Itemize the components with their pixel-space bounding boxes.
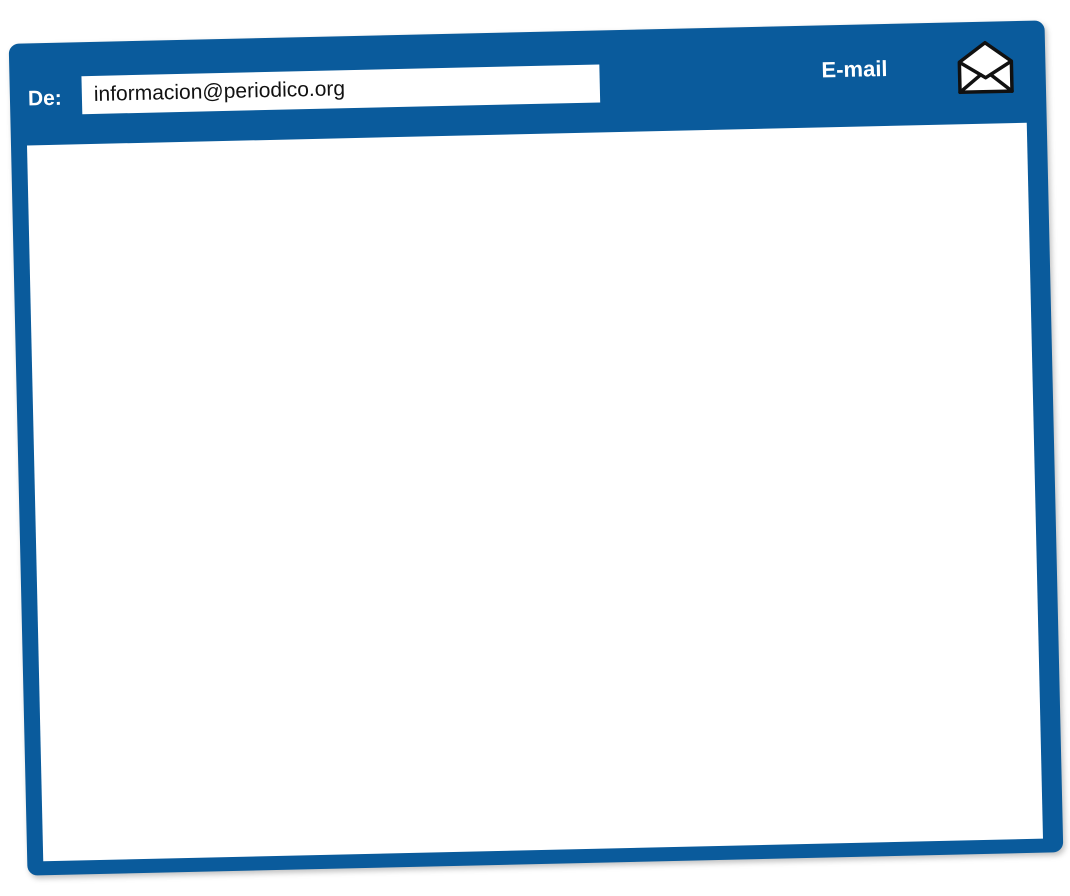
from-label: De:	[27, 86, 63, 111]
envelope-icon[interactable]	[955, 39, 1016, 96]
email-window: De: informacion@periodico.org E-mail	[8, 20, 1064, 876]
message-body[interactable]	[27, 122, 1043, 862]
email-title: E-mail	[821, 55, 888, 83]
from-field[interactable]: informacion@periodico.org	[81, 64, 601, 115]
email-stage: De: informacion@periodico.org E-mail	[0, 0, 1070, 896]
